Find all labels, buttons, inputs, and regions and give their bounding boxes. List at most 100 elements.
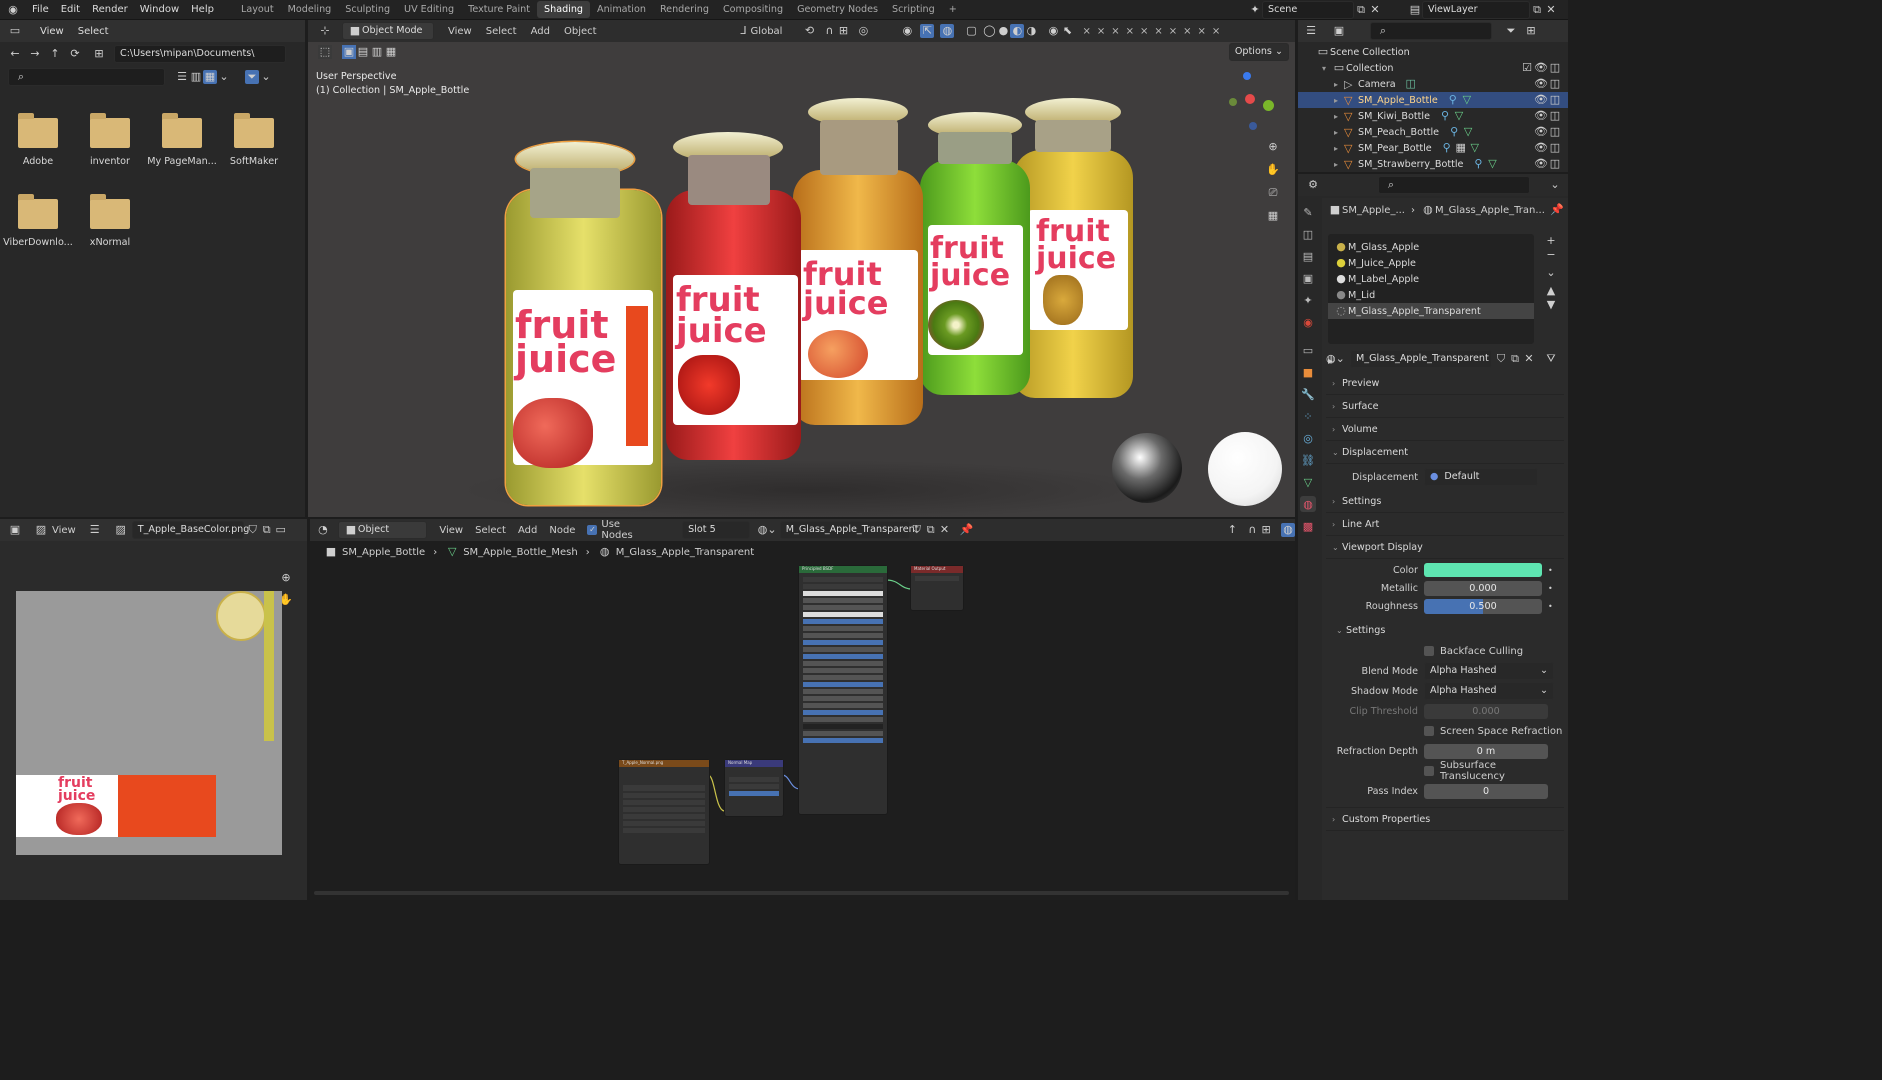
folder-item[interactable]: inventor (74, 113, 146, 167)
folder-item[interactable]: ViberDownlo... (2, 194, 74, 248)
node-field[interactable] (803, 640, 883, 645)
viewport[interactable]: ⊹ ■ Object Mode View Select Add Object ⅃ G… (308, 20, 1295, 517)
view-layer-tab-icon[interactable]: ▣ (1300, 270, 1316, 286)
keyframe-dot-icon[interactable]: • (1548, 566, 1553, 575)
node-field[interactable] (803, 661, 883, 666)
rendered-shading-icon[interactable]: ◑ (1024, 24, 1038, 38)
new-viewlayer-icon[interactable]: ⧉ (1530, 3, 1544, 17)
hamburger-icon[interactable]: ☰ (88, 523, 102, 537)
node-field[interactable] (803, 626, 883, 631)
overlay-icon[interactable]: ◍ (940, 24, 955, 38)
pin-icon[interactable]: 📌 (1550, 203, 1564, 217)
node-field[interactable] (803, 696, 883, 701)
metallic-field[interactable]: 0.000 (1424, 580, 1542, 596)
node-dropdown[interactable] (623, 807, 705, 812)
camera-icon[interactable]: ◫ (1548, 77, 1562, 91)
expand-icon[interactable]: ▸ (1334, 128, 1344, 137)
keyframe-dot-icon[interactable]: • (1548, 602, 1553, 611)
menu-view[interactable]: View (52, 525, 76, 536)
menu-window[interactable]: Window (134, 4, 185, 15)
eye-icon[interactable]: 👁 (1534, 61, 1548, 75)
outliner-item-apple[interactable]: ▸ ▽ SM_Apple_Bottle ⚲ ▽ 👁 ◫ (1298, 92, 1568, 108)
subsection-settings[interactable]: ⌄ Settings (1326, 619, 1564, 641)
mode-subtract-icon[interactable]: ▥ (370, 45, 384, 59)
strength-field[interactable] (729, 791, 779, 796)
menu-object[interactable]: Object (564, 26, 597, 37)
section-settings[interactable]: › Settings (1326, 490, 1564, 513)
tab-compositing[interactable]: Compositing (716, 1, 790, 18)
view-mode-icon[interactable]: ▨ (34, 523, 48, 537)
zoom-icon[interactable]: ⊕ (1266, 140, 1280, 154)
expand-icon[interactable]: ▾ (1322, 64, 1332, 73)
node-field[interactable] (803, 647, 883, 652)
camera-icon[interactable]: ◫ (1548, 125, 1562, 139)
unlink-material-icon[interactable]: ✕ (1522, 352, 1536, 366)
node-field[interactable] (803, 710, 883, 715)
tab-texture-paint[interactable]: Texture Paint (461, 1, 537, 18)
filter-icon[interactable]: ⏷ (1504, 24, 1518, 38)
gizmo-neg-y[interactable] (1229, 98, 1237, 106)
menu-select[interactable]: Select (486, 26, 517, 37)
material-slot[interactable]: ● M_Lid (1328, 287, 1534, 303)
section-preview[interactable]: › Preview (1326, 372, 1564, 395)
ssr-checkbox[interactable] (1424, 726, 1434, 736)
menu-view[interactable]: View (40, 26, 64, 37)
camera-icon[interactable]: ◫ (1548, 93, 1562, 107)
data-tab-icon[interactable]: ▽ (1300, 474, 1316, 490)
new-collection-icon[interactable]: ⊞ (1524, 24, 1538, 38)
fake-user-icon[interactable]: ⛉ (246, 523, 260, 537)
menu-add[interactable]: Add (531, 26, 550, 37)
refraction-depth-field[interactable]: 0 m (1424, 743, 1548, 759)
menu-help[interactable]: Help (185, 4, 220, 15)
blend-mode-dropdown[interactable]: Alpha Hashed ⌄ (1424, 662, 1554, 680)
gizmo-x-axis[interactable] (1245, 94, 1255, 104)
browse-material-icon[interactable]: ◍⌄ (1326, 352, 1345, 366)
camera-icon[interactable]: ◫ (1548, 61, 1562, 75)
node-field[interactable] (803, 689, 883, 694)
node-field[interactable] (803, 717, 883, 722)
outliner-item-strawberry[interactable]: ▸ ▽ SM_Strawberry_Bottle ⚲ ▽ 👁 ◫ (1298, 156, 1568, 172)
node-dropdown[interactable] (623, 800, 705, 805)
roughness-slider[interactable]: 0.500 (1424, 598, 1542, 614)
section-displacement[interactable]: ⌄ Displacement (1326, 441, 1564, 464)
eye-icon[interactable]: 👁 (1534, 125, 1548, 139)
blender-logo-icon[interactable]: ◉ (6, 3, 20, 17)
properties-search-input[interactable]: ⌕ (1378, 176, 1530, 194)
node-field[interactable] (803, 731, 883, 736)
node-tree-icon[interactable]: ⛛ (1544, 352, 1558, 366)
outliner-search-input[interactable]: ⌕ (1370, 22, 1492, 40)
outliner-item-peach[interactable]: ▸ ▽ SM_Peach_Bottle ⚲ ▽ 👁 ◫ (1298, 124, 1568, 140)
delete-viewlayer-icon[interactable]: ✕ (1544, 3, 1558, 17)
node-field[interactable] (803, 675, 883, 680)
constraints-tab-icon[interactable]: ⛓ (1300, 452, 1316, 468)
horizontal-scrollbar[interactable] (314, 891, 1289, 895)
section-surface[interactable]: › Surface (1326, 395, 1564, 418)
node-field[interactable] (803, 703, 883, 708)
viewlayer-selector[interactable]: ▤ ViewLayer ⧉ ✕ (1408, 0, 1566, 19)
mode-intersect-icon[interactable]: ▦ (384, 45, 398, 59)
folder-item[interactable]: Adobe (2, 113, 74, 167)
node-editor[interactable]: ◔ ■ Object View Select Add Node ✓ Use Node… (310, 519, 1296, 900)
material-name-field[interactable]: M_Glass_Apple_Transparent (1350, 350, 1492, 368)
editor-type-icon[interactable]: ☰ (1304, 24, 1318, 38)
back-icon[interactable]: ← (8, 47, 22, 61)
visibility-icon[interactable]: ◉ (900, 24, 914, 38)
material-slot[interactable]: ● M_Glass_Apple (1328, 239, 1534, 255)
section-custom-properties[interactable]: › Custom Properties (1326, 807, 1564, 831)
node-dropdown[interactable] (915, 576, 959, 581)
section-line-art[interactable]: › Line Art (1326, 513, 1564, 536)
menu-view[interactable]: View (448, 26, 472, 37)
navigation-gizmo[interactable] (1223, 72, 1274, 132)
folder-item[interactable]: My PageMan... (146, 113, 218, 167)
physics-tab-icon[interactable]: ◎ (1300, 430, 1316, 446)
tab-geometry-nodes[interactable]: Geometry Nodes (790, 1, 885, 18)
expand-icon[interactable]: ▸ (1334, 112, 1344, 121)
gizmo-icon[interactable]: ⇱ (920, 24, 935, 38)
restrict-view-icon[interactable]: ◉ (1046, 24, 1060, 38)
snap-target-icon[interactable]: ⊞ (836, 24, 850, 38)
folder-item[interactable]: SoftMaker (218, 113, 290, 167)
material-output-node[interactable]: Material Output (910, 565, 964, 611)
orientation-dropdown[interactable]: ⅃ Global (737, 24, 782, 38)
output-tab-icon[interactable]: ▤ (1300, 248, 1316, 264)
gizmo-y-axis[interactable] (1263, 100, 1274, 111)
